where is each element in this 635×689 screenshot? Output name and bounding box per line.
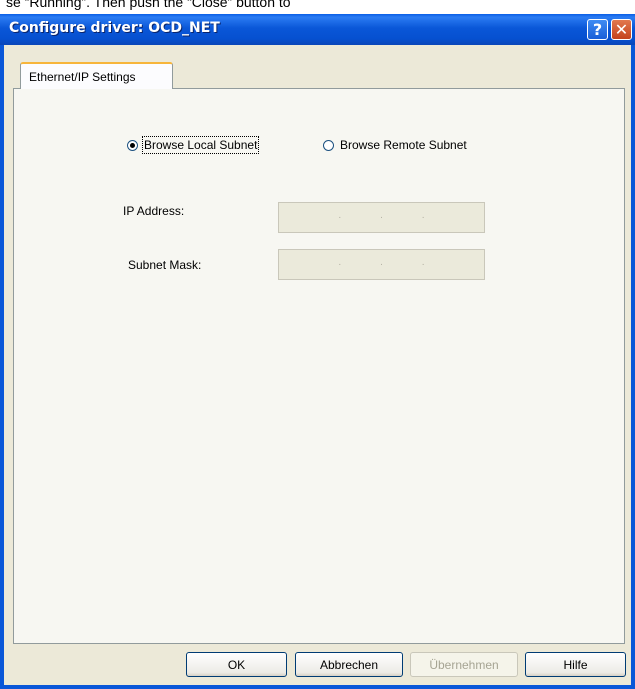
- radio-checked-icon: [127, 139, 138, 151]
- cancel-button[interactable]: Abbrechen: [295, 652, 403, 677]
- subnet-mask-field[interactable]: · · ·: [278, 249, 485, 280]
- radio-label: Browse Local Subnet: [141, 136, 260, 154]
- browse-remote-subnet-radio[interactable]: Browse Remote Subnet: [323, 138, 467, 152]
- browse-local-subnet-radio[interactable]: Browse Local Subnet: [127, 136, 260, 154]
- ip-dot: ·: [421, 259, 425, 270]
- help-icon[interactable]: ?: [587, 19, 608, 40]
- subnet-mask-label: Subnet Mask:: [128, 258, 202, 272]
- tab-ethernet-ip-settings[interactable]: Ethernet/IP Settings: [20, 62, 173, 89]
- help-button[interactable]: Hilfe: [525, 652, 626, 677]
- close-icon[interactable]: ✕: [611, 19, 632, 40]
- ok-button[interactable]: OK: [186, 652, 287, 677]
- ip-dot: ·: [338, 212, 342, 223]
- background-instruction-text: se “Running”. Then push the “Close” butt…: [6, 0, 291, 10]
- tab-panel: [13, 88, 625, 644]
- ip-address-label: IP Address:: [123, 204, 185, 218]
- dialog-client-area: Ethernet/IP Settings Browse Local Subnet…: [4, 45, 631, 685]
- ip-address-field[interactable]: · · ·: [278, 202, 485, 233]
- radio-unchecked-icon: [323, 139, 334, 151]
- tab-label: Ethernet/IP Settings: [29, 70, 136, 84]
- window-title: Configure driver: OCD_NET: [9, 20, 220, 36]
- ip-dot: ·: [379, 259, 384, 270]
- title-bar[interactable]: Configure driver: OCD_NET ? ✕: [0, 14, 635, 45]
- configure-driver-dialog: Configure driver: OCD_NET ? ✕ Ethernet/I…: [0, 14, 635, 689]
- ip-dot: ·: [379, 212, 384, 223]
- ip-dot: ·: [421, 212, 425, 223]
- radio-label: Browse Remote Subnet: [340, 138, 467, 152]
- ip-dot: ·: [338, 259, 342, 270]
- apply-button[interactable]: Übernehmen: [410, 652, 518, 677]
